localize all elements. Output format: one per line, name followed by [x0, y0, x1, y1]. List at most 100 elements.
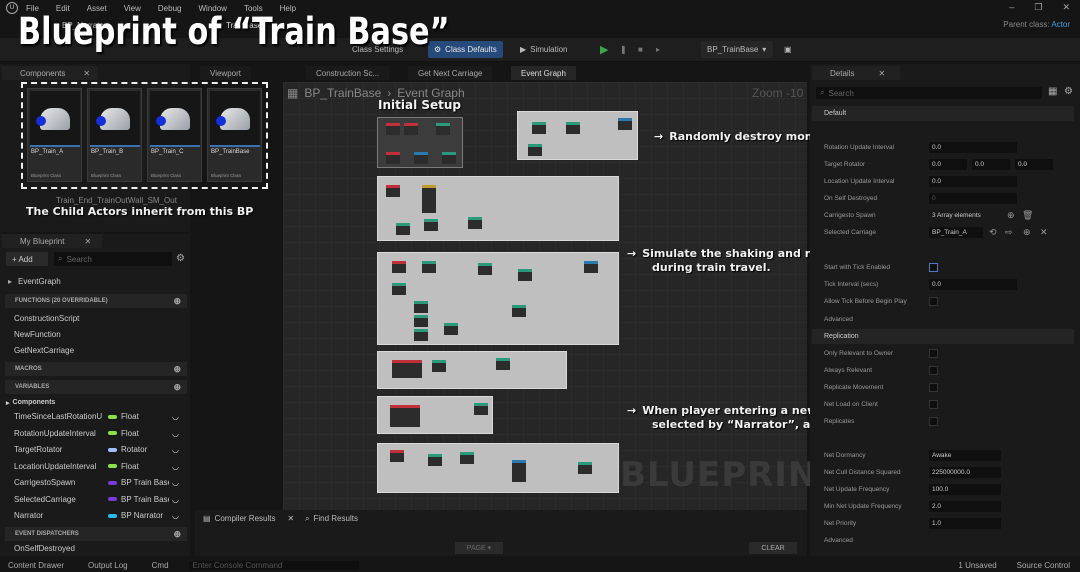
net-value-input[interactable]: 100.0 — [929, 484, 1001, 495]
net-value-input[interactable]: 1.0 — [929, 518, 1001, 529]
search-icon[interactable]: ⊕ — [1023, 227, 1031, 238]
type-pill-icon[interactable] — [108, 464, 117, 468]
shake-group-1[interactable] — [377, 176, 619, 241]
advanced-toggle[interactable]: Advanced — [812, 532, 1074, 549]
child-thumb[interactable]: BP_Train_C Blueprint Class — [147, 88, 202, 182]
detail-value-input[interactable]: 0 — [929, 193, 1017, 204]
add-function-icon[interactable]: ⊕ — [173, 296, 181, 307]
default-section[interactable]: Default — [812, 106, 1074, 121]
visibility-eye-icon[interactable]: ◡ — [172, 511, 179, 520]
minimize-icon[interactable]: – — [1009, 2, 1014, 13]
tab-event-graph[interactable]: Event Graph — [511, 66, 576, 80]
source-control-button[interactable]: Source Control — [1017, 561, 1070, 570]
variable-item[interactable]: SelectedCarriage BP Train Base ◡ — [14, 492, 192, 507]
table-view-icon[interactable]: ▦ — [1048, 86, 1057, 97]
add-macro-icon[interactable]: ⊕ — [173, 364, 181, 375]
variable-item[interactable]: CarrigestoSpawn BP Train Base ◡ — [14, 475, 192, 490]
variable-item[interactable]: RotationUpdateInterval Float ◡ — [14, 426, 192, 441]
selected-carriage-select[interactable]: BP_Train_A — [929, 227, 983, 238]
unreal-logo-icon[interactable]: U — [6, 2, 18, 14]
type-pill-icon[interactable] — [108, 447, 117, 452]
type-pill-icon[interactable] — [108, 513, 117, 518]
checkbox[interactable] — [929, 417, 938, 426]
event-dispatchers-header[interactable]: EVENT DISPATCHERS ⊕ — [5, 527, 187, 541]
checkbox[interactable] — [929, 383, 938, 392]
variable-item[interactable]: Narrator BP Narrator ◡ — [14, 508, 192, 523]
tab-viewport[interactable]: Viewport — [200, 66, 251, 80]
close-icon[interactable]: ✕ — [878, 69, 885, 78]
components-tab[interactable]: Components ✕ — [2, 66, 98, 80]
functions-header[interactable]: FUNCTIONS (20 OVERRIDABLE) ⊕ — [5, 294, 187, 308]
function-item[interactable]: NewFunction — [14, 327, 192, 342]
gear-icon[interactable]: ⚙ — [1064, 86, 1073, 97]
close-icon[interactable]: ✕ — [83, 69, 90, 78]
variable-item[interactable]: LocationUpdateInterval Float ◡ — [14, 459, 192, 474]
close-icon[interactable]: ✕ — [84, 237, 91, 246]
checkbox[interactable] — [929, 349, 938, 358]
step-button[interactable]: ▸ — [650, 41, 667, 58]
shake-group-2[interactable] — [377, 252, 619, 345]
type-pill-icon[interactable] — [108, 431, 117, 435]
function-item[interactable]: ConstructionScript — [14, 311, 192, 326]
play-button[interactable]: ▶ — [594, 41, 615, 58]
details-search-input[interactable]: ⌕ Search — [816, 87, 1042, 99]
maximize-icon[interactable]: ❐ — [1034, 2, 1042, 13]
parent-class-value[interactable]: Actor — [1051, 20, 1070, 29]
tick-interval-input[interactable]: 0.0 — [929, 279, 1017, 290]
checkbox[interactable] — [929, 297, 938, 306]
my-blueprint-tab[interactable]: My Blueprint ✕ — [2, 234, 102, 248]
checkbox[interactable] — [929, 366, 938, 375]
child-thumb[interactable]: BP_Train_B Blueprint Class — [87, 88, 142, 182]
rotator-y-input[interactable]: 0.0 — [972, 159, 1010, 170]
type-pill-icon[interactable] — [108, 414, 117, 419]
close-icon[interactable]: ✕ — [1062, 2, 1070, 13]
visibility-eye-icon[interactable]: ◡ — [172, 462, 179, 471]
add-button[interactable]: + Add — [6, 252, 48, 266]
rotator-x-input[interactable]: 0.0 — [929, 159, 967, 170]
tab-find-results[interactable]: ⌕ Find Results — [305, 514, 358, 524]
tab-construction-script[interactable]: Construction Sc... — [306, 66, 390, 80]
variables-header[interactable]: VARIABLES ⊕ — [5, 380, 187, 394]
clear-icon[interactable]: ✕ — [1040, 227, 1048, 238]
visibility-eye-icon[interactable]: ◡ — [172, 495, 179, 504]
unsaved-indicator[interactable]: 1 Unsaved — [958, 561, 996, 570]
debug-object-select[interactable]: BP_TrainBase ▾ — [701, 41, 773, 58]
spawn-group-1[interactable] — [377, 351, 567, 389]
add-dispatcher-icon[interactable]: ⊕ — [173, 529, 181, 540]
advanced-toggle[interactable]: Advanced — [812, 311, 1074, 328]
pause-button[interactable]: ❚ — [614, 41, 633, 58]
search-input[interactable]: ⌕ Search — [54, 252, 172, 266]
net-value-input[interactable]: 225000000.0 — [929, 467, 1001, 478]
close-icon[interactable]: ✕ — [287, 514, 294, 523]
spawn-group-3[interactable] — [377, 443, 619, 493]
output-log-button[interactable]: Output Log — [88, 561, 128, 570]
replication-section[interactable]: Replication — [812, 329, 1074, 344]
net-value-input[interactable]: Awake — [929, 450, 1001, 461]
net-value-input[interactable]: 2.0 — [929, 501, 1001, 512]
event-graph-item[interactable]: ▸ EventGraph — [8, 274, 186, 289]
visibility-eye-icon[interactable]: ◡ — [172, 478, 179, 487]
content-drawer-button[interactable]: Content Drawer — [8, 561, 64, 570]
checkbox[interactable] — [929, 400, 938, 409]
gear-icon[interactable]: ⚙ — [176, 253, 185, 264]
simulation-button[interactable]: ▶ Simulation — [514, 41, 574, 58]
details-tab[interactable]: Details ✕ — [812, 66, 900, 80]
initial-setup-group[interactable] — [377, 117, 463, 168]
tab-get-next-carriage[interactable]: Get Next Carriage — [408, 66, 493, 80]
clear-button[interactable]: CLEAR — [749, 542, 797, 554]
variable-item[interactable]: TargetRotator Rotator ◡ — [14, 442, 192, 457]
console-input[interactable]: Enter Console Command — [188, 560, 359, 570]
add-element-icon[interactable]: ⊕ — [1007, 210, 1015, 221]
type-pill-icon[interactable] — [108, 497, 117, 501]
dispatcher-item[interactable]: OnSelfDestroyed — [14, 541, 192, 556]
add-variable-icon[interactable]: ⊕ — [173, 382, 181, 393]
visibility-eye-icon[interactable]: ◡ — [172, 445, 179, 454]
browse-icon[interactable]: ⟲ — [989, 227, 997, 238]
rotator-z-input[interactable]: 0.0 — [1015, 159, 1053, 170]
macros-header[interactable]: MACROS ⊕ — [5, 362, 187, 376]
cmd-select[interactable]: Cmd — [152, 561, 169, 570]
detail-value-input[interactable]: 0.0 — [929, 142, 1017, 153]
page-button[interactable]: PAGE ▾ — [455, 542, 503, 554]
components-category[interactable]: ▸ Components — [6, 395, 184, 410]
destroy-monsters-group[interactable] — [517, 111, 638, 160]
